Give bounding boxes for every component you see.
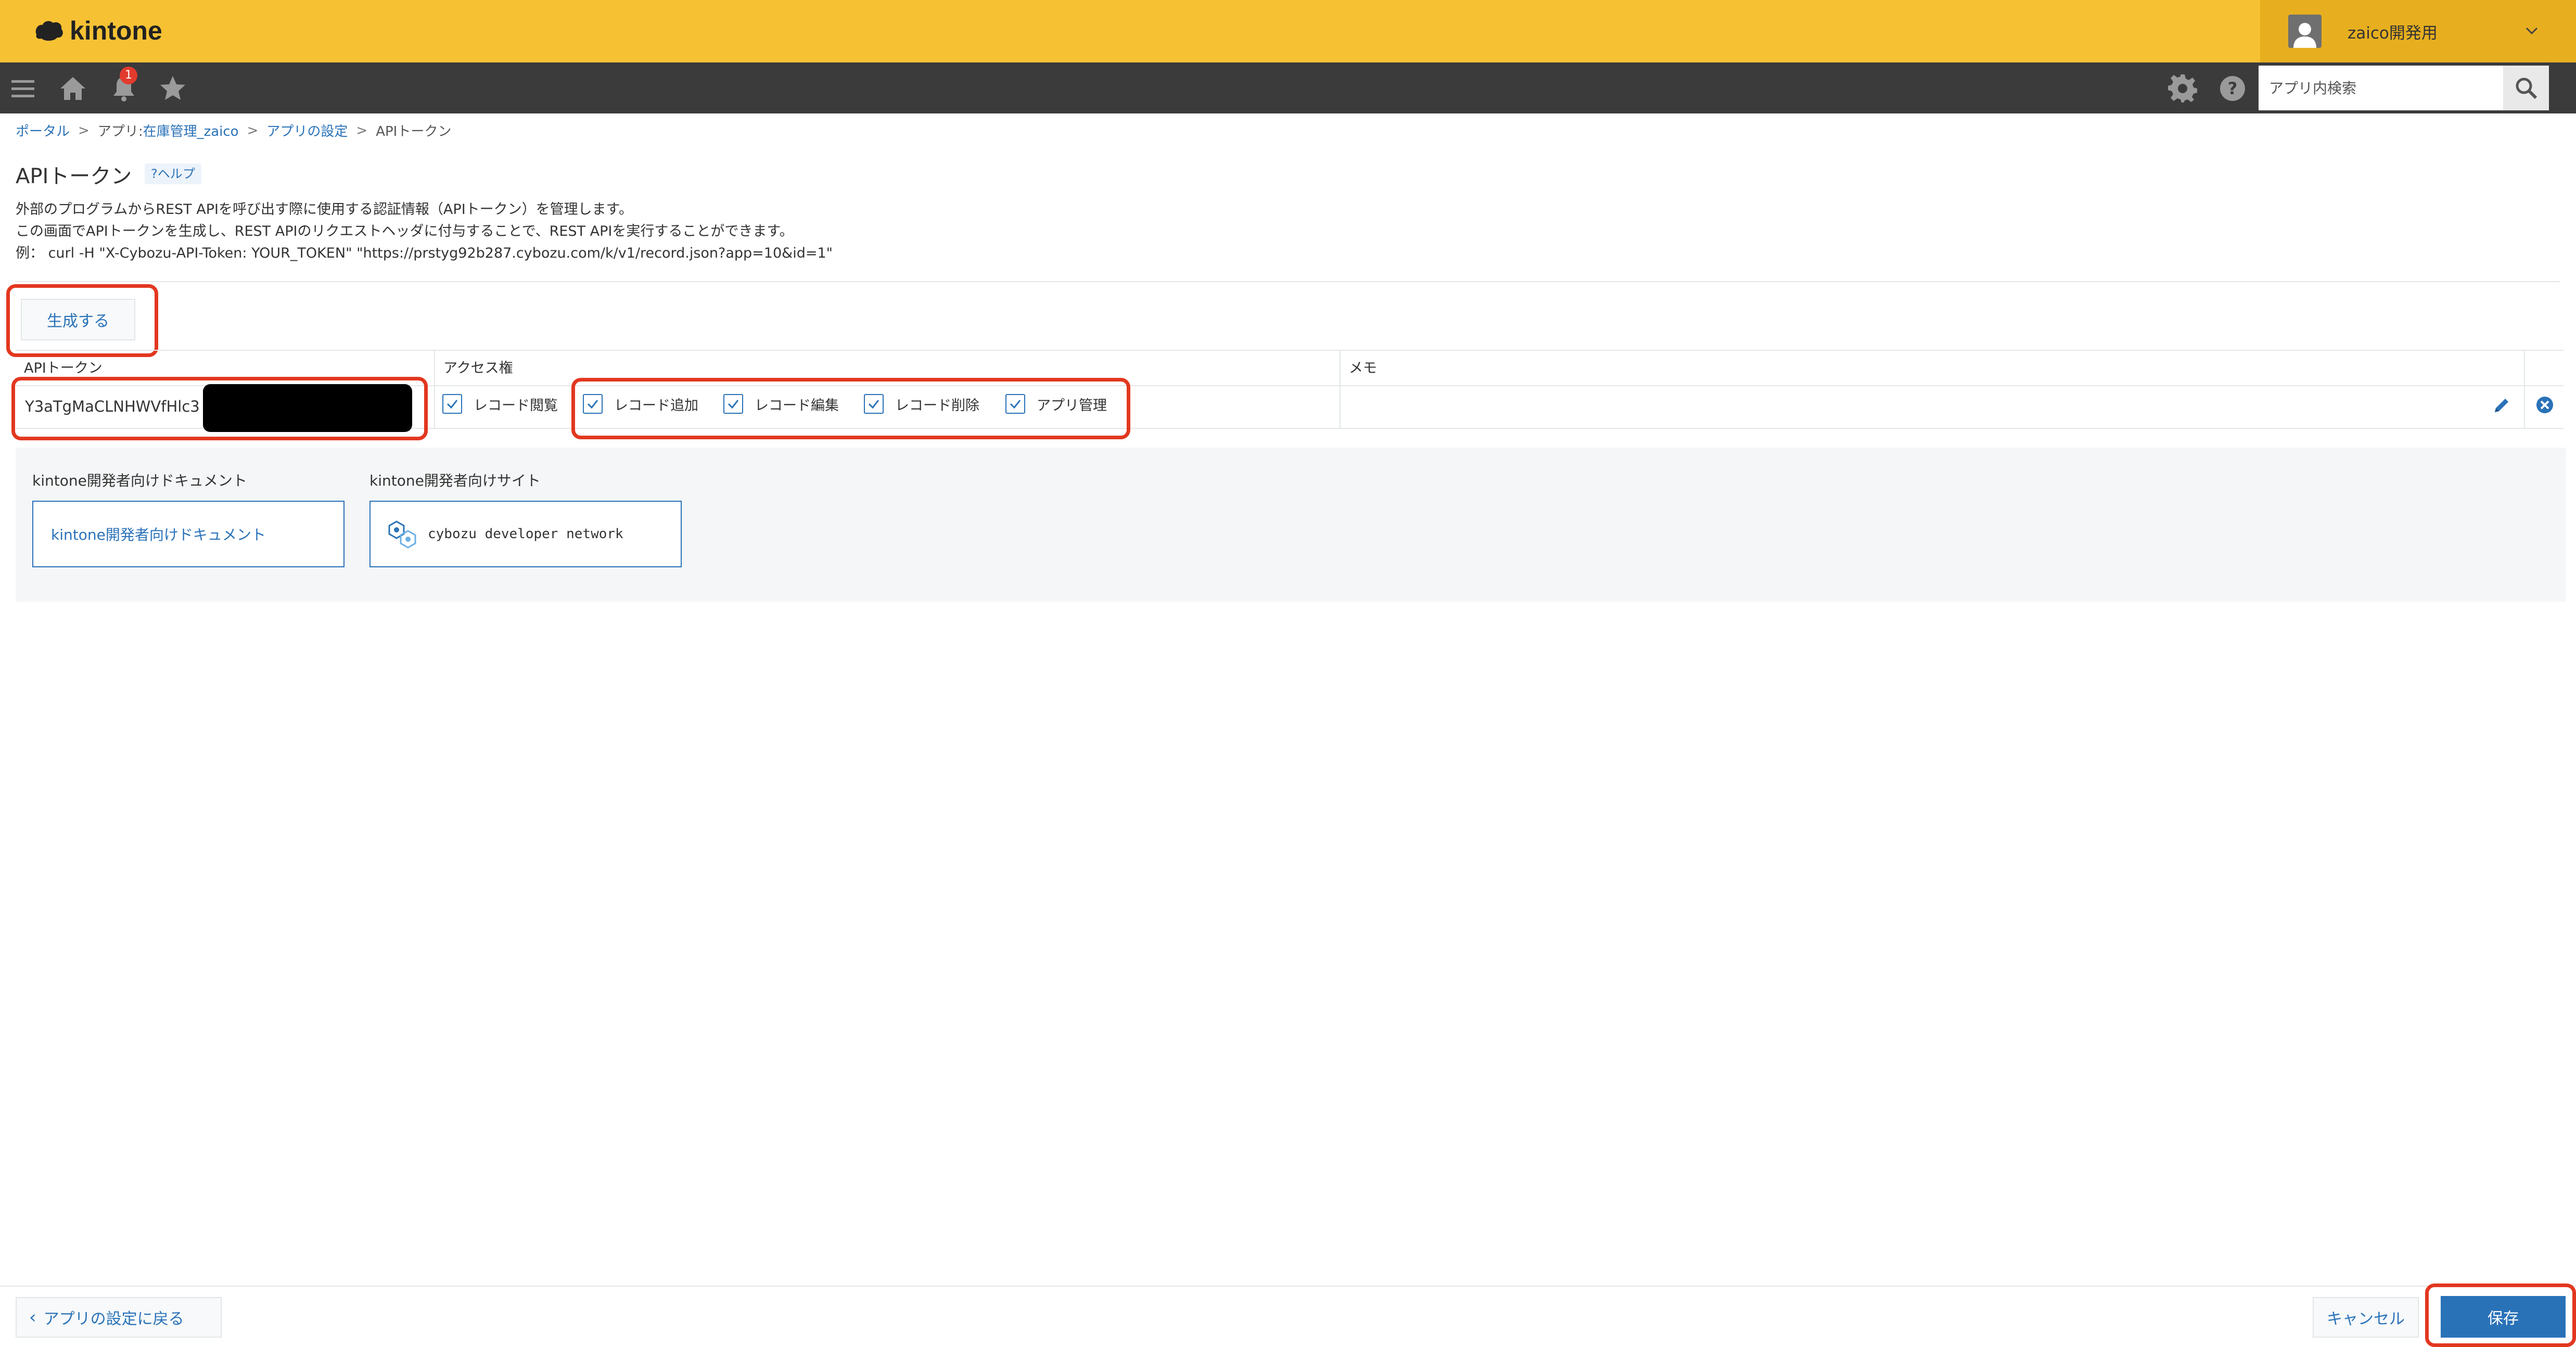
breadcrumb-separator: > [356,122,368,138]
breadcrumb-separator: > [247,122,259,138]
column-divider [434,350,435,429]
column-header-memo: メモ [1341,350,2537,385]
checkbox-checked-icon[interactable] [442,394,462,414]
kintone-logo[interactable]: kintone [33,14,162,48]
menu-icon[interactable] [7,73,39,104]
user-avatar-icon [2288,15,2322,48]
logo-text: kintone [70,16,162,45]
pencil-icon[interactable] [2493,397,2510,414]
kintone-logo-icon [35,21,63,41]
remove-circle-icon[interactable] [2534,395,2555,415]
page-description: 外部のプログラムからREST APIを呼び出す際に使用する認証情報（APIトーク… [16,199,833,264]
column-divider [1340,350,1341,429]
chevron-down-icon [2526,27,2538,35]
help-icon[interactable]: ? [2217,73,2248,104]
star-icon[interactable] [157,73,188,104]
highlight-api-token [11,377,428,440]
help-link[interactable]: ?ヘルプ [145,163,201,184]
site-heading: kintone開発者向けサイト [369,472,541,489]
column-header-actions [2537,350,2564,385]
highlight-permissions [571,378,1130,439]
breadcrumb-separator: > [78,122,90,138]
breadcrumb-app-prefix: アプリ: [97,124,143,139]
svg-text:?: ? [2228,79,2238,98]
home-icon[interactable] [57,73,88,104]
user-menu[interactable]: zaico開発用 [2260,0,2576,62]
highlight-generate-button [6,284,158,357]
column-divider [2524,350,2525,429]
description-line: この画面でAPIトークンを生成し、REST APIのリクエストヘッダに付与するこ… [16,223,794,239]
search-icon [2516,78,2537,99]
top-header: kintone zaico開発用 [0,0,2576,62]
app-search-input[interactable] [2259,66,2503,110]
breadcrumb-app[interactable]: 在庫管理_zaico [143,121,239,140]
back-button-label: アプリの設定に戻る [43,1310,184,1328]
user-name: zaico開発用 [2348,23,2438,43]
divider [16,281,2560,282]
footer-divider [0,1286,2576,1287]
breadcrumb-portal[interactable]: ポータル [16,121,70,140]
breadcrumb-app-settings[interactable]: アプリの設定 [266,121,348,140]
cybozu-developer-network-icon [388,520,416,549]
search-button[interactable] [2503,66,2549,110]
breadcrumb-current: APIトークン [376,124,452,139]
site-link-card[interactable]: cybozu developer network [369,501,682,567]
gear-icon[interactable] [2167,73,2198,104]
docs-link-card[interactable]: kintone開発者向けドキュメント [32,501,345,567]
chevron-left-icon: ‹ [29,1307,36,1328]
developer-links-panel: kintone開発者向けドキュメント kintone開発者向けドキュメント ki… [16,448,2566,602]
global-nav: ? [0,62,2576,113]
permission-label: レコード閲覧 [474,397,558,414]
highlight-save-button [2425,1284,2576,1347]
permission-record-view[interactable]: レコード閲覧 [442,390,558,417]
docs-heading: kintone開発者向けドキュメント [32,472,247,489]
docs-link[interactable]: kintone開発者向けドキュメント [51,524,266,544]
notification-badge: 1 [120,67,137,84]
page-title: APIトークン [16,164,132,188]
description-line: 外部のプログラムからREST APIを呼び出す際に使用する認証情報（APIトーク… [16,201,633,218]
site-link[interactable]: cybozu developer network [428,526,623,542]
back-to-settings-button[interactable]: ‹ アプリの設定に戻る [16,1297,222,1338]
cancel-button[interactable]: キャンセル [2313,1297,2419,1338]
breadcrumb: ポータル > アプリ: 在庫管理_zaico > アプリの設定 > APIトーク… [16,121,451,140]
description-line: 例： curl -H "X-Cybozu-API-Token: YOUR_TOK… [16,245,833,261]
